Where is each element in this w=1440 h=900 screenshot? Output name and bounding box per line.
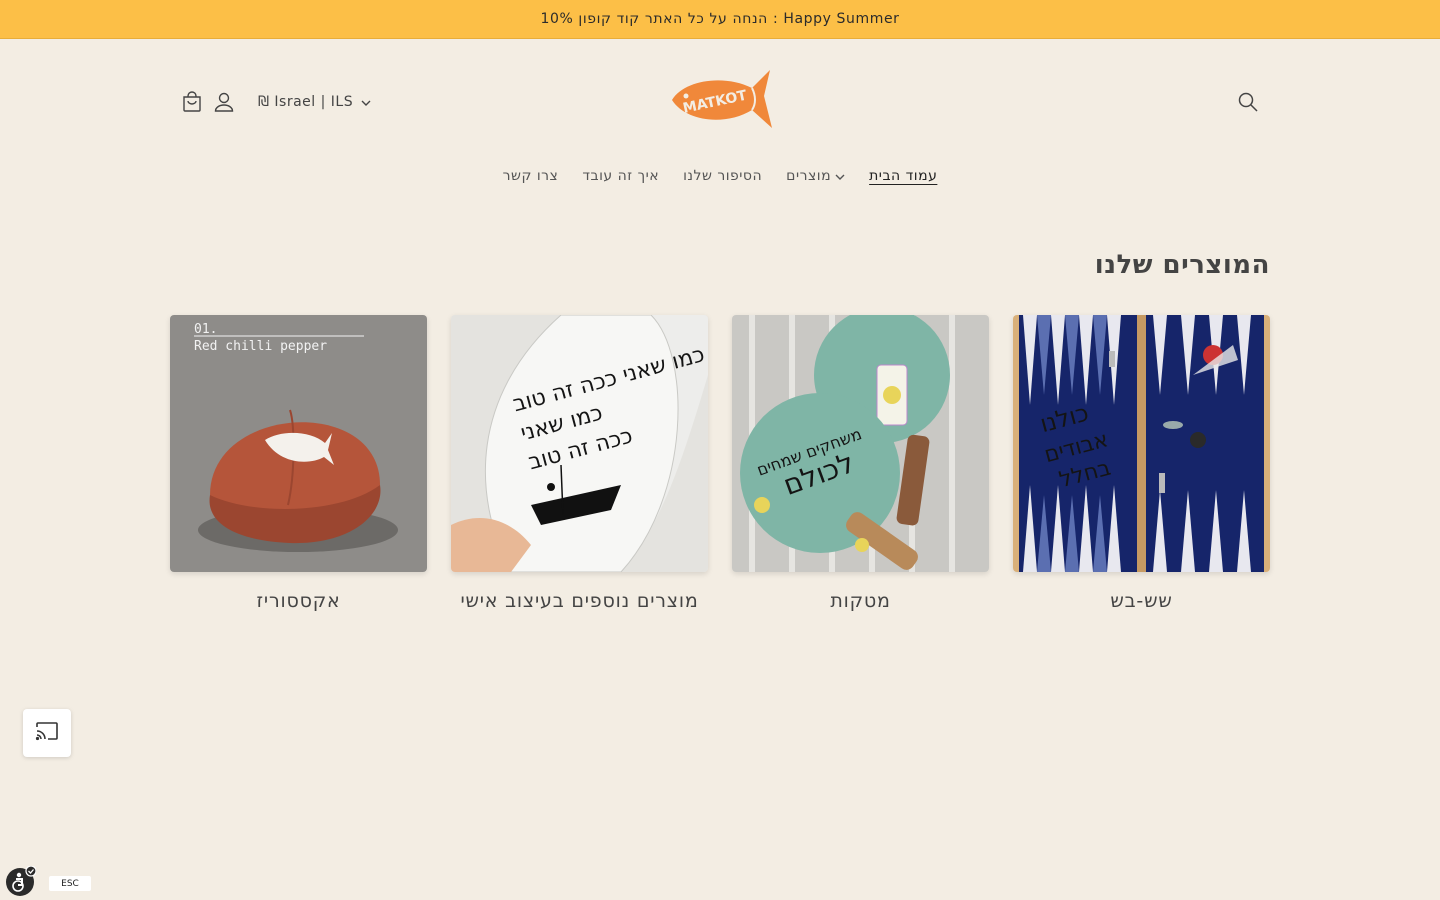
collection-label[interactable]: מוצרים נוספים בעיצוב אישי	[451, 590, 708, 612]
brand-logo[interactable]: MATKOT	[666, 66, 774, 134]
chevron-down-icon	[835, 168, 845, 184]
custom-products-image[interactable]: בדיוק בדיוק כמו שאני ככה זה טוב כמו שאני…	[451, 315, 708, 572]
accessories-image[interactable]: 01. Red chilli pepper	[170, 315, 427, 572]
nav-item-home[interactable]: עמוד הבית	[857, 163, 949, 189]
cap-caption-text: Red chilli pepper	[194, 339, 327, 354]
nav-item-label: איך זה עובד	[582, 168, 660, 184]
main-nav: עמוד הבית מוצרים הסיפור שלנו איך זה עובד…	[490, 163, 950, 189]
section-title: המוצרים שלנו	[1094, 250, 1270, 280]
nav-item-contact[interactable]: צרו קשר	[491, 163, 571, 189]
cast-button[interactable]	[23, 709, 71, 757]
account-icon[interactable]	[210, 88, 238, 116]
collection-card-accessories[interactable]: 01. Red chilli pepper אקססוריז	[170, 315, 427, 612]
currency-selector[interactable]: ₪ Israel | ILS	[252, 88, 377, 116]
cart-icon[interactable]	[178, 88, 206, 116]
cast-icon	[35, 721, 59, 745]
cap-caption-number: 01.	[194, 322, 217, 337]
nav-item-label: עמוד הבית	[869, 168, 938, 184]
accessibility-icon[interactable]	[4, 865, 37, 898]
collection-label[interactable]: שש-בש	[1013, 590, 1270, 612]
announcement-bar: 10% הנחה על כל האתר קוד קופון : Happy Su…	[0, 0, 1440, 39]
paddles-image[interactable]: משחקים שמחים לכולם	[732, 315, 989, 572]
collection-card-paddles[interactable]: משחקים שמחים לכולם מטקות	[732, 315, 989, 612]
nav-item-our-story[interactable]: הסיפור שלנו	[671, 163, 774, 189]
search-icon[interactable]	[1234, 88, 1262, 116]
collection-card-custom[interactable]: בדיוק בדיוק כמו שאני ככה זה טוב כמו שאני…	[451, 315, 708, 612]
collection-card-backgammon[interactable]: כולנו אבודים בחלל שש-בש	[1013, 315, 1270, 612]
collection-label[interactable]: מטקות	[732, 590, 989, 612]
esc-badge[interactable]: ESC	[49, 876, 91, 891]
collection-label[interactable]: אקססוריז	[170, 590, 427, 612]
currency-label: ₪ Israel | ILS	[258, 94, 354, 110]
backgammon-image[interactable]: כולנו אבודים בחלל	[1013, 315, 1270, 572]
nav-item-how-it-works[interactable]: איך זה עובד	[570, 163, 671, 189]
announcement-text: 10% הנחה על כל האתר קוד קופון : Happy Su…	[540, 11, 900, 27]
nav-item-label: הסיפור שלנו	[683, 168, 763, 184]
nav-item-products[interactable]: מוצרים	[774, 163, 857, 189]
chevron-down-icon	[361, 94, 371, 110]
nav-item-label: צרו קשר	[502, 168, 559, 184]
nav-item-label: מוצרים	[786, 168, 832, 184]
